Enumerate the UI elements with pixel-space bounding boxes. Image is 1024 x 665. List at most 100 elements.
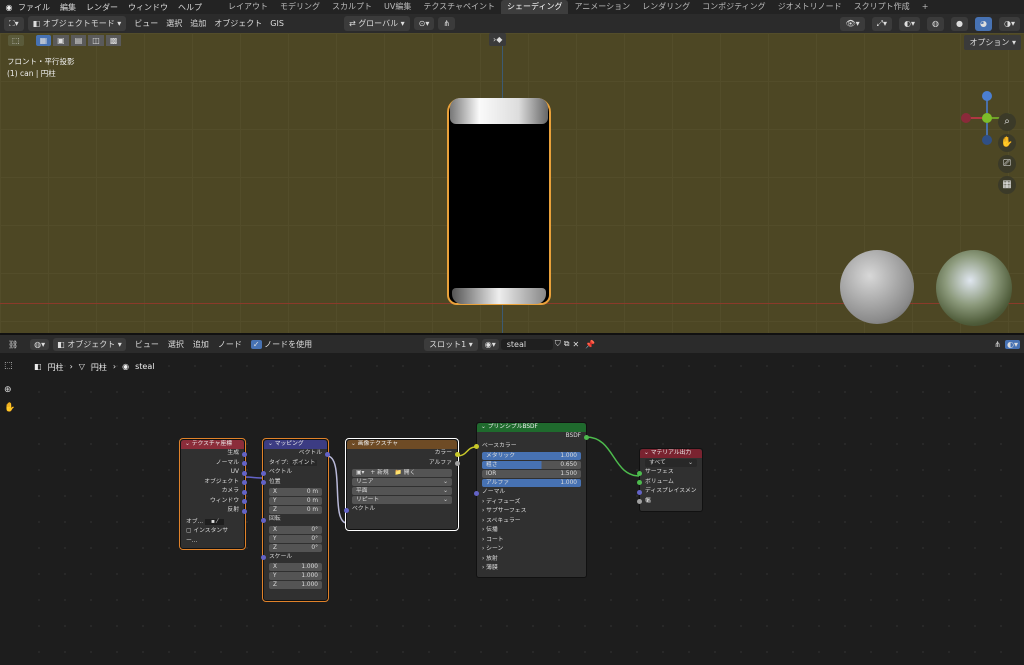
unlink-material-icon[interactable]: ✕ <box>572 340 579 349</box>
material-shading-icon[interactable]: ◕ <box>975 16 992 31</box>
new-image-button[interactable]: + 新規 <box>370 469 388 477</box>
socket-dot[interactable] <box>584 434 589 440</box>
workspace-tab[interactable]: ジオメトリノード <box>772 0 848 14</box>
workspace-tab[interactable]: + <box>916 0 935 14</box>
workspace-tab[interactable]: UV編集 <box>378 0 417 14</box>
socket-dot[interactable] <box>261 470 266 476</box>
camera-icon[interactable]: ⎚ <box>998 155 1016 173</box>
workspace-tab[interactable]: スカルプト <box>326 0 378 14</box>
socket-dot[interactable] <box>242 470 247 476</box>
extend-selection-icon[interactable]: ▣ <box>53 35 69 46</box>
scale-y-field[interactable]: Y 1.000 <box>269 572 322 580</box>
node-header[interactable]: ⌄ マッピング <box>264 440 327 449</box>
menu-item[interactable]: 編集 <box>60 3 76 12</box>
object-menu[interactable]: オブジェクト <box>214 18 262 29</box>
wireframe-shading-icon[interactable]: ◍ <box>927 16 945 31</box>
metallic-field[interactable]: メタリック 1.000 <box>482 452 581 460</box>
zoom-icon[interactable]: ⌕ <box>998 113 1016 131</box>
location-z-field[interactable]: Z 0 m <box>269 506 322 514</box>
node-view-menu[interactable]: ビュー <box>135 339 159 350</box>
object-picker-icon[interactable]: ▪ ⁄ <box>204 518 224 525</box>
socket-dot[interactable] <box>242 489 247 495</box>
ior-field[interactable]: IOR 1.500 <box>482 470 581 478</box>
scale-x-field[interactable]: X 1.000 <box>269 563 322 571</box>
node-overlay-icon[interactable]: ◐▾ <box>1005 339 1020 349</box>
socket-dot[interactable] <box>242 480 247 485</box>
snap-node-icon[interactable]: ⋔ <box>994 340 1001 349</box>
slot-select[interactable]: スロット1 ▾ <box>424 337 478 351</box>
image-browse-icon[interactable]: ▣▾ <box>356 469 364 477</box>
socket-dot[interactable] <box>242 461 247 466</box>
panel-subsurface[interactable]: › サブサーフェス <box>477 507 586 517</box>
hand-icon[interactable]: ✋ <box>4 403 20 413</box>
socket-dot[interactable] <box>344 507 349 513</box>
socket-dot[interactable] <box>455 461 460 466</box>
rotation-x-field[interactable]: X 0° <box>269 525 322 534</box>
panel-transmission[interactable]: › 伝播 <box>477 526 586 536</box>
socket-dot[interactable] <box>637 470 642 476</box>
material-browse-icon[interactable]: ◉▾ <box>481 338 499 350</box>
mapping-type-select[interactable]: タイプ: ポイント <box>264 459 327 469</box>
orientation-select[interactable]: ⇄ グローバル ▾ <box>343 16 410 31</box>
panel-emission[interactable]: › 放射 <box>477 555 586 565</box>
menu-item[interactable]: ファイル <box>18 3 50 12</box>
node-header[interactable]: ⌄ 画像テクスチャ <box>347 440 457 449</box>
workspace-tab[interactable]: アニメーション <box>568 0 636 14</box>
roughness-field[interactable]: 粗さ 0.650 <box>482 461 581 469</box>
rotation-y-field[interactable]: Y 0° <box>269 534 322 543</box>
gis-menu[interactable]: GIS <box>270 19 284 28</box>
menu-item[interactable]: ウィンドウ <box>128 3 168 12</box>
alpha-field[interactable]: アルファ 1.000 <box>482 479 581 487</box>
open-image-button[interactable]: 📁 開く <box>395 469 416 477</box>
menu-item[interactable]: レンダー <box>86 3 118 12</box>
workspace-tab[interactable]: モデリング <box>274 0 326 14</box>
node-header[interactable]: ⌄ プリンシプルBSDF <box>477 423 586 432</box>
socket-dot[interactable] <box>325 451 330 457</box>
projection-select[interactable]: 平面 ⌄ <box>352 487 452 495</box>
panel-diffuse[interactable]: › ディフューズ <box>477 498 586 508</box>
select-box-icon[interactable]: ⬚ <box>8 35 24 46</box>
extension-select[interactable]: リピート ⌄ <box>352 496 452 504</box>
options-button[interactable]: オプション ▾ <box>964 35 1021 50</box>
node-add-menu[interactable]: 追加 <box>193 339 209 350</box>
new-selection-icon[interactable]: ▦ <box>35 35 52 46</box>
node-select-menu[interactable]: 選択 <box>168 339 184 350</box>
socket-dot[interactable] <box>637 499 642 504</box>
node-node-menu[interactable]: ノード <box>218 339 242 350</box>
annotate-icon[interactable]: ⊕ <box>4 385 20 395</box>
pan-icon[interactable]: ✋ <box>998 134 1016 152</box>
socket-dot[interactable] <box>637 489 642 495</box>
node-header[interactable]: ⌄ マテリアル出力 <box>640 449 702 458</box>
workspace-tab[interactable]: レンダリング <box>636 0 696 14</box>
shader-type-select[interactable]: ◧ オブジェクト ▾ <box>53 337 126 351</box>
view-menu[interactable]: ビュー <box>134 18 158 29</box>
fake-user-icon[interactable]: ⛉ <box>555 339 561 349</box>
panel-thin-film[interactable]: › 薄膜 <box>477 564 586 574</box>
texture-coordinate-node[interactable]: ⌄ テクスチャ座標 生成 ノーマル UV オブジェクト カメラ ウィンドウ 反射… <box>179 438 247 550</box>
workspace-tab[interactable]: レイアウト <box>222 0 274 14</box>
workspace-tab[interactable]: コンポジティング <box>696 0 772 14</box>
location-x-field[interactable]: X 0 m <box>269 488 322 496</box>
location-y-field[interactable]: Y 0 m <box>269 497 322 505</box>
socket-dot[interactable] <box>242 451 247 457</box>
workspace-tab[interactable]: テクスチャペイント <box>417 0 501 14</box>
tool-select-icon[interactable]: ⬚ <box>4 361 20 371</box>
interpolation-select[interactable]: リニア ⌄ <box>352 478 452 486</box>
socket-dot[interactable] <box>474 490 479 496</box>
socket-dot[interactable] <box>261 555 266 560</box>
can-body[interactable] <box>447 98 551 305</box>
visibility-icon[interactable]: 👁▾ <box>840 16 865 31</box>
rotation-z-field[interactable]: Z 0° <box>269 543 322 552</box>
mode-select[interactable]: ◧ オブジェクトモード ▾ <box>27 16 127 31</box>
pin-icon[interactable]: 📌 <box>585 340 595 349</box>
socket-dot[interactable] <box>261 480 266 485</box>
menu-item[interactable]: ヘルプ <box>178 3 202 12</box>
invert-selection-icon[interactable]: ◫ <box>88 35 104 46</box>
render-shading-icon[interactable]: ◑▾ <box>999 16 1020 31</box>
principled-bsdf-node[interactable]: ⌄ プリンシプルBSDF BSDF ベースカラー メタリック 1.000 粗さ 0.… <box>474 422 589 578</box>
shader-type-icon[interactable]: ◍▾ <box>30 338 50 350</box>
node-editor-type-icon[interactable]: ⛓ <box>8 340 18 349</box>
use-nodes-checkbox[interactable]: ✓ ノードを使用 <box>250 339 312 350</box>
material-name-field[interactable]: steal <box>500 338 553 350</box>
material-output-node[interactable]: ⌄ マテリアル出力 すべて ⌄ サーフェス ボリューム ディスプレイスメント 幅 <box>637 448 703 512</box>
